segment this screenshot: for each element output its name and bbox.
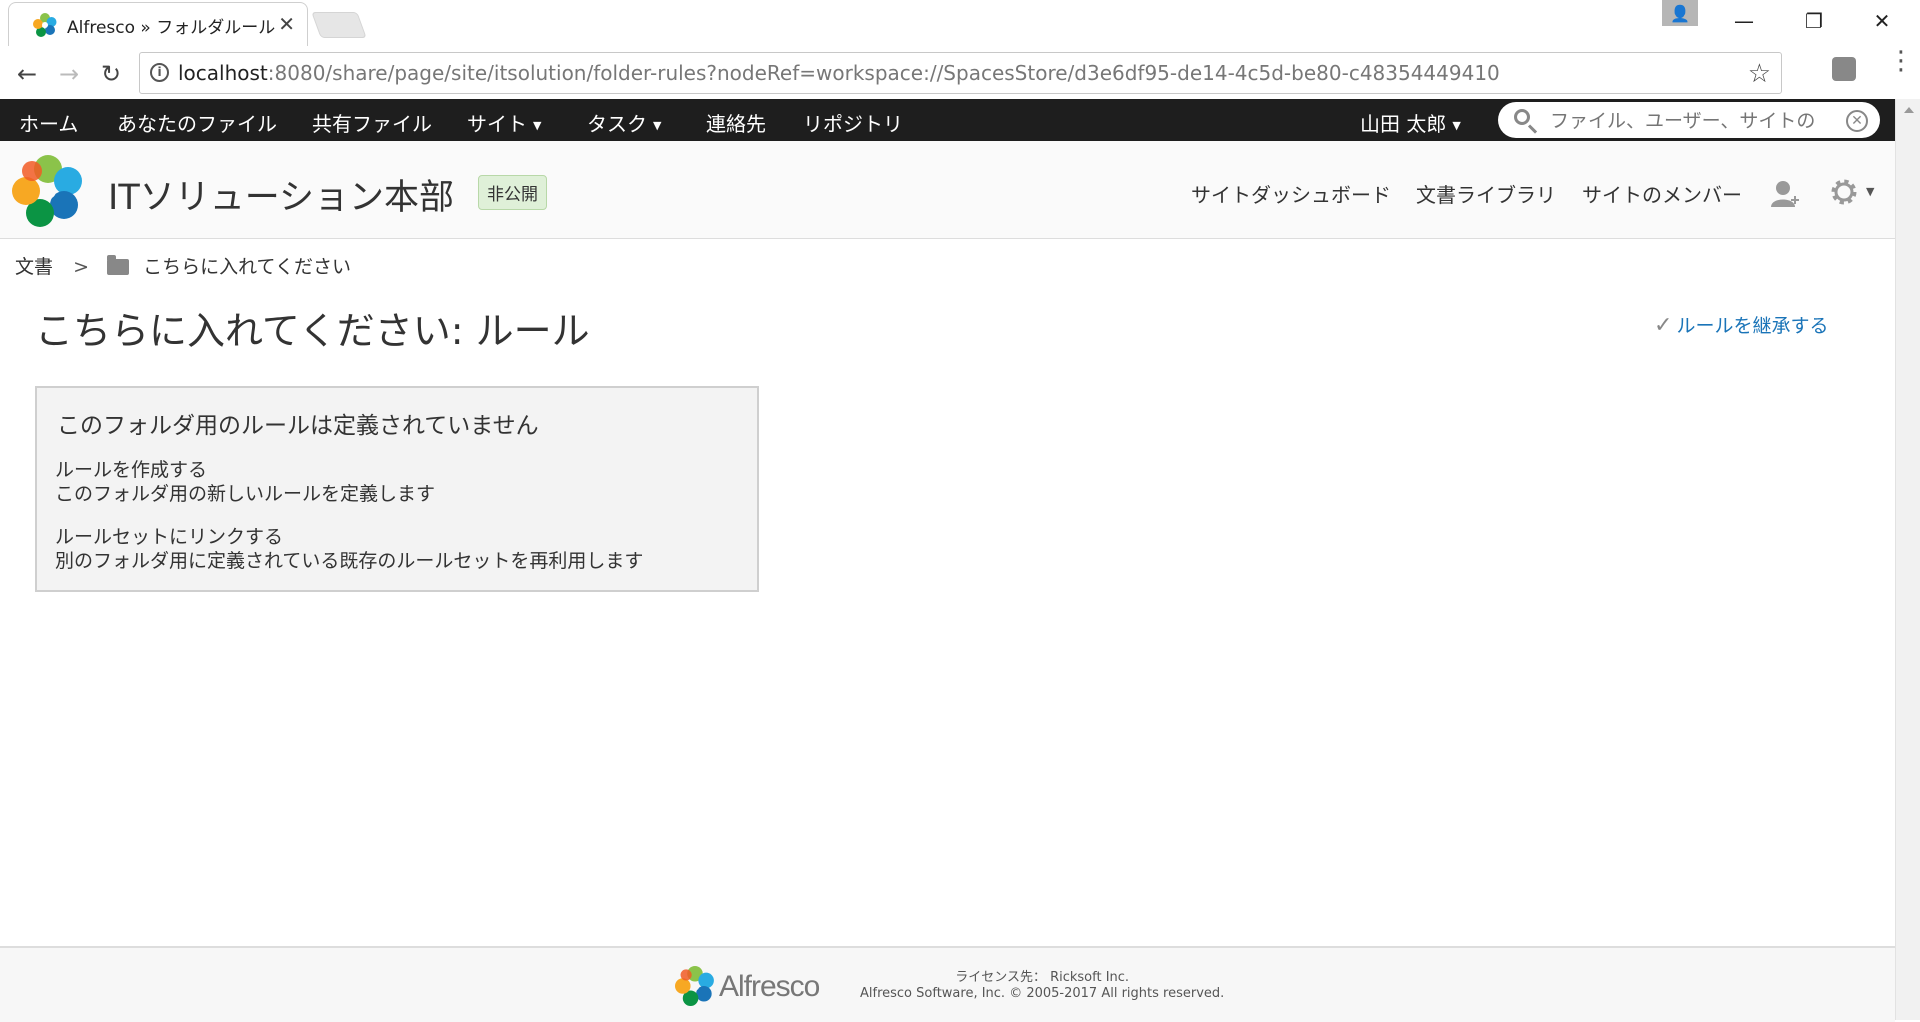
chevron-down-icon: ▼: [533, 119, 542, 132]
page-scrollbar[interactable]: [1895, 99, 1920, 1020]
bookmark-star-icon[interactable]: ☆: [1748, 59, 1771, 89]
nav-shared-files[interactable]: 共有ファイル: [312, 108, 432, 137]
browser-menu-icon[interactable]: ⋮: [1888, 48, 1914, 74]
create-rule-link[interactable]: ルールを作成する: [55, 455, 207, 482]
browser-tabstrip: Alfresco » フォルダルール ✕ 👤 — ❐ ✕: [0, 0, 1920, 49]
search-input[interactable]: [1548, 108, 1832, 134]
create-rule-description: このフォルダ用の新しいルールを定義します: [55, 483, 436, 505]
breadcrumb: 文書 > こちらに入れてください: [15, 252, 351, 279]
browser-tab[interactable]: Alfresco » フォルダルール ✕: [8, 2, 308, 46]
breadcrumb-folder[interactable]: こちらに入れてください: [143, 256, 351, 278]
nav-repository[interactable]: リポジトリ: [803, 108, 903, 137]
extension-icon[interactable]: [1832, 57, 1856, 81]
user-menu[interactable]: 山田 太郎 ▼: [1360, 108, 1461, 137]
forward-icon[interactable]: →: [52, 57, 86, 91]
app-header: ホーム あなたのファイル 共有ファイル サイト ▼ タスク ▼ 連絡先 リポジトリ …: [0, 99, 1895, 141]
link-ruleset-link[interactable]: ルールセットにリンクする: [55, 522, 283, 549]
search-box: ✕: [1498, 102, 1880, 138]
restore-icon[interactable]: ❐: [1794, 6, 1834, 36]
site-title[interactable]: ITソリューション本部: [108, 169, 454, 220]
chevron-down-icon: ▼: [653, 119, 662, 132]
inherit-rules-toggle[interactable]: ✓ ルールを継承する: [1654, 311, 1828, 338]
nav-tasks[interactable]: タスク ▼: [587, 108, 661, 137]
inherit-rules-label: ルールを継承する: [1676, 315, 1829, 337]
folder-icon: [107, 255, 130, 275]
reload-icon[interactable]: ↻: [94, 57, 128, 91]
minimize-icon[interactable]: —: [1724, 6, 1764, 36]
page-title: こちらに入れてください: ルール: [35, 309, 590, 353]
checkmark-icon: ✓: [1654, 313, 1673, 338]
no-rules-panel: このフォルダ用のルールは定義されていません ルールを作成する このフォルダ用の新…: [35, 386, 759, 592]
close-window-icon[interactable]: ✕: [1862, 6, 1902, 36]
nav-people[interactable]: 連絡先: [706, 108, 766, 137]
tab-title: Alfresco » フォルダルール: [67, 18, 276, 38]
no-rules-heading: このフォルダ用のルールは定義されていません: [57, 413, 539, 439]
breadcrumb-root[interactable]: 文書: [15, 256, 53, 278]
visibility-badge: 非公開: [478, 175, 547, 210]
tab-close-icon[interactable]: ✕: [278, 12, 295, 36]
copyright-text: Alfresco Software, Inc. © 2005-2017 All …: [860, 986, 1225, 1001]
invite-user-icon[interactable]: [1770, 179, 1800, 209]
address-bar[interactable]: i localhost:8080/share/page/site/itsolut…: [139, 52, 1782, 94]
back-icon[interactable]: ←: [10, 57, 44, 91]
chevron-down-icon: ▼: [1866, 185, 1875, 198]
url-text[interactable]: localhost:8080/share/page/site/itsolutio…: [178, 61, 1500, 85]
browser-toolbar: ← → ↻ i localhost:8080/share/page/site/i…: [0, 49, 1920, 100]
link-ruleset-description: 別のフォルダ用に定義されている既存のルールセットを再利用します: [55, 550, 644, 572]
alfresco-favicon-icon: [33, 13, 57, 37]
gear-icon[interactable]: [1829, 177, 1859, 207]
scroll-up-icon[interactable]: [1904, 107, 1914, 113]
search-icon: [1514, 109, 1530, 125]
footer: Alfresco ライセンス先： Ricksoft Inc. Alfresco …: [0, 946, 1895, 1022]
new-tab-button[interactable]: [311, 12, 367, 38]
alfresco-logo-icon: [12, 155, 82, 227]
nav-home[interactable]: ホーム: [19, 108, 78, 137]
site-members-link[interactable]: サイトのメンバー: [1582, 179, 1742, 208]
site-dashboard-link[interactable]: サイトダッシュボード: [1191, 179, 1391, 208]
footer-brand: Alfresco: [719, 970, 820, 1003]
footer-license: ライセンス先： Ricksoft Inc. Alfresco Software,…: [860, 970, 1224, 1002]
clear-search-icon[interactable]: ✕: [1846, 110, 1868, 132]
license-text: ライセンス先： Ricksoft Inc.: [955, 970, 1130, 985]
site-header: ITソリューション本部 非公開 サイトダッシュボード 文書ライブラリ サイトのメ…: [0, 141, 1895, 239]
chevron-down-icon: ▼: [1452, 119, 1461, 132]
alfresco-footer-logo-icon: [675, 966, 714, 1006]
site-info-icon[interactable]: i: [150, 63, 169, 82]
nav-my-files[interactable]: あなたのファイル: [117, 108, 277, 137]
nav-sites[interactable]: サイト ▼: [467, 108, 541, 137]
breadcrumb-separator: >: [73, 256, 89, 278]
profile-icon[interactable]: 👤: [1662, 0, 1698, 26]
document-library-link[interactable]: 文書ライブラリ: [1416, 179, 1556, 208]
